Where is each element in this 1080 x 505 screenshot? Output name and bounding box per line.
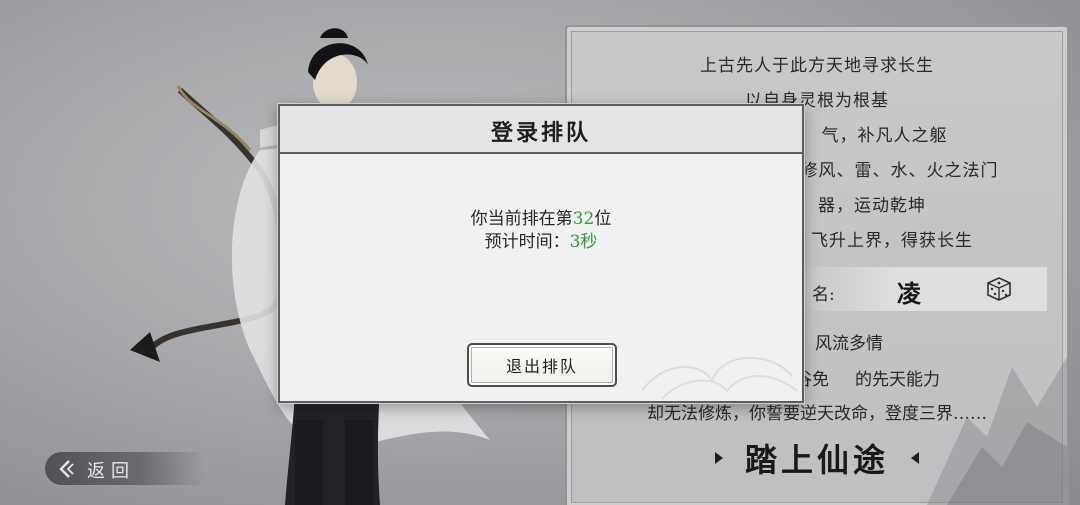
time-value: 3秒 xyxy=(569,232,598,252)
game-screen: 上古先人于此方天地寻求长生 以自身灵根为根基 气，补凡人之躯 修风、雷、水、火之… xyxy=(0,0,1080,505)
queue-position: 32 xyxy=(572,209,595,229)
queue-position-text: 你当前排在第32位 xyxy=(280,204,802,229)
cloud-swirl-decoration xyxy=(641,356,798,400)
exit-queue-label: 退出排队 xyxy=(505,357,578,376)
queue-prefix: 你当前排在第 xyxy=(470,209,573,229)
queue-suffix: 位 xyxy=(594,209,612,229)
time-prefix: 预计时间： xyxy=(484,232,570,252)
dialog-title: 登录排队 xyxy=(490,120,591,146)
estimated-time-text: 预计时间：3秒 xyxy=(280,227,802,252)
exit-queue-button[interactable]: 退出排队 xyxy=(467,343,617,387)
queue-dialog: 登录排队 你当前排在第32位 预计时间：3秒 退出排队 xyxy=(278,104,804,403)
dialog-header: 登录排队 xyxy=(280,106,802,154)
